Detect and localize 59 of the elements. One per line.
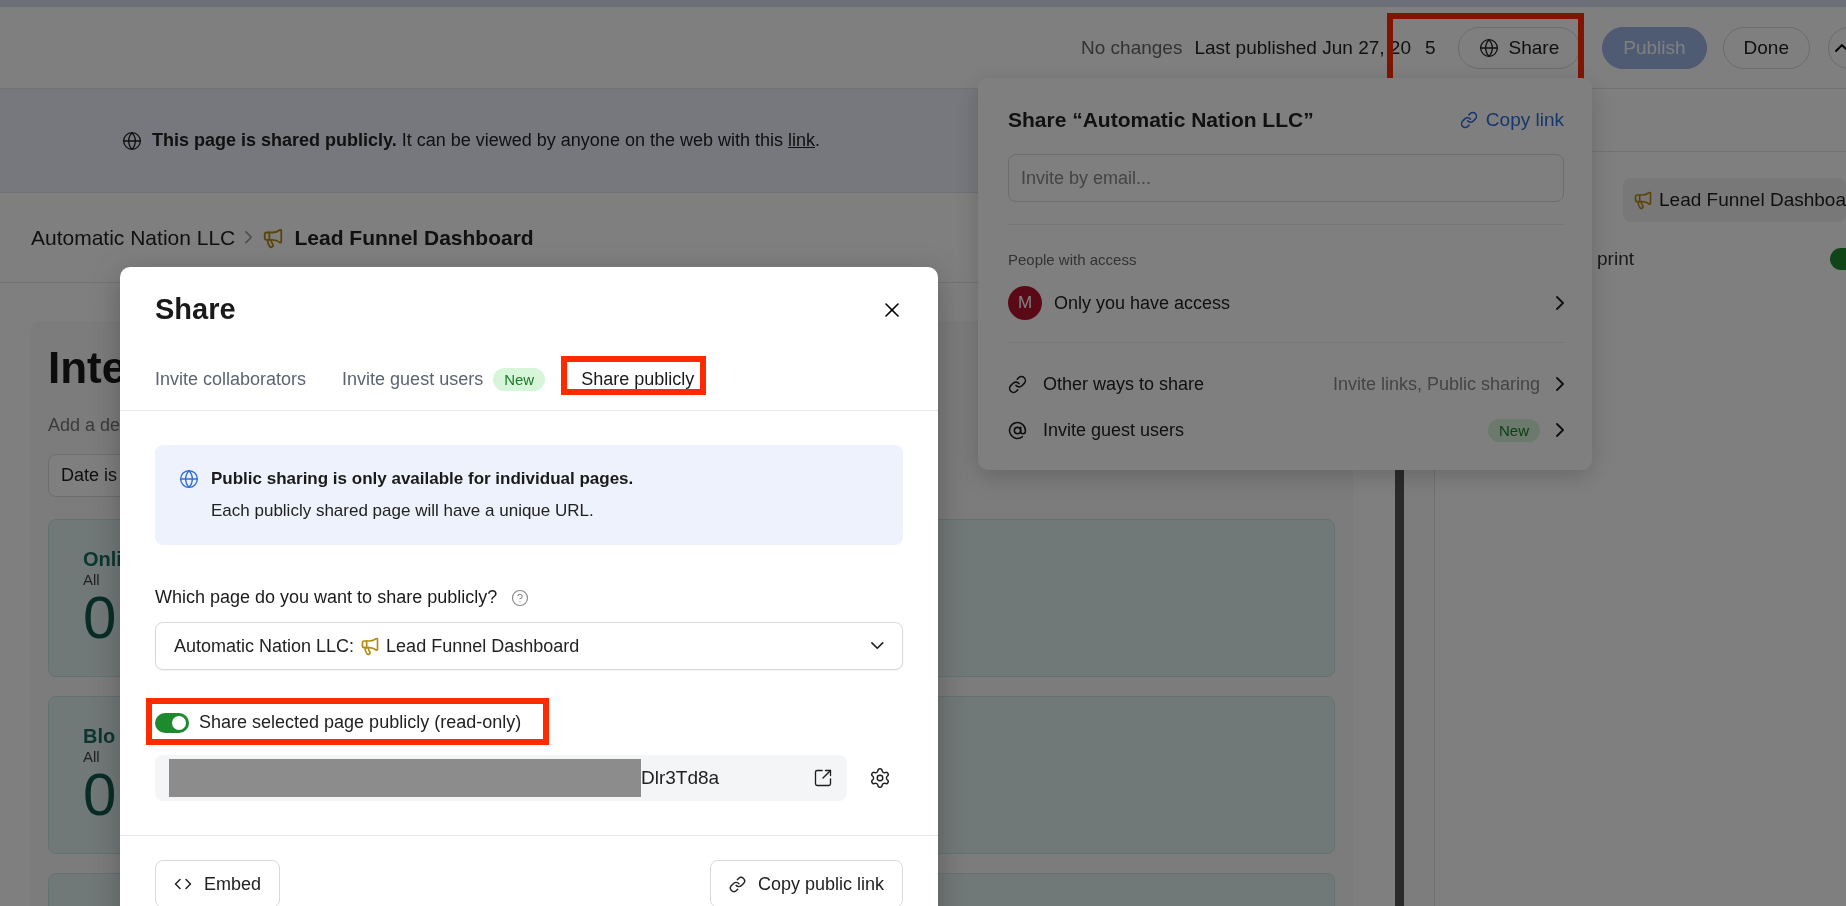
access-text: Only you have access [1054,292,1232,314]
tab[interactable]: Invite guest users New [342,364,546,394]
save-status: No changes [1081,36,1183,59]
chevron-right-icon [245,231,253,244]
megaphone-icon [360,636,381,656]
globe-icon [1478,37,1499,58]
megaphone-icon [1633,190,1653,210]
option-label: print [1597,248,1634,270]
breadcrumb-item[interactable]: Automatic Nation LLC [31,225,236,250]
copy-public-link-button[interactable]: Copy public link [709,860,903,906]
link-icon [1459,111,1478,129]
card-subtitle: All [83,571,100,588]
chevron-up-icon [1835,43,1846,52]
card-subtitle: All [83,748,100,765]
avatar: M [1008,286,1042,320]
notice-title: Public sharing is only available for individual pages. [211,469,634,489]
dialog-title: Share [155,293,236,326]
menu-item-detail: Invite links, Public sharing [1332,373,1540,395]
new-badge: New [493,367,546,391]
chevron-right-icon [1556,377,1564,391]
chevron-right-icon [1556,296,1564,310]
public-share-notice: This page is shared publicly. It can be viewed by anyone on the web with this link. [152,130,821,151]
globe-icon [122,130,142,151]
chevron-down-icon [871,642,884,650]
page-description: Add a de [48,415,121,436]
public-url-field[interactable]: Dlr3Td8a [155,755,847,801]
done-button[interactable]: Done [1722,26,1810,69]
page-chip[interactable]: Lead Funnel Dashboa [1623,178,1846,222]
page-select[interactable]: Automatic Nation LLC: Lead Funnel Dashboard [155,622,903,670]
help-icon [511,588,530,607]
menu-item[interactable]: Other ways to share [1043,373,1317,395]
last-published-text: 5 [1424,36,1436,59]
link[interactable]: link [788,130,815,150]
notice-text: Each publicly shared page will have a unique URL. [211,501,595,521]
card-title: Onli [83,548,122,571]
card-value: 0 [83,765,117,825]
link-icon [1008,374,1027,394]
section-label: People with access [1008,224,1564,268]
megaphone-icon [262,226,285,249]
card-value: 0 [83,588,117,648]
embed-button[interactable]: Embed [155,860,281,906]
menu-item[interactable]: Invite guest users [1043,419,1472,441]
breadcrumb-item[interactable]: Lead Funnel Dashboard [294,225,534,250]
chevron-right-icon [1556,423,1564,437]
settings-icon[interactable] [869,767,891,789]
field-label: Which page do you want to share publicly? [155,587,498,608]
popover-title: Share “Automatic Nation LLC” [1008,108,1314,132]
link-icon [728,875,746,893]
invite-email-field[interactable]: Invite by email... [1008,154,1564,202]
new-badge: New [1488,418,1540,442]
external-link-icon[interactable] [813,768,833,788]
at-sign-icon [1008,420,1027,440]
toggle-switch[interactable] [155,712,189,733]
card-title: Blo [83,725,116,748]
globe-icon [179,469,199,489]
share-toggle[interactable]: Share selected page publicly (read-only) [155,712,522,733]
share-button[interactable]: Share [1457,26,1581,69]
copy-link-button[interactable]: Copy link [1459,109,1564,131]
tab[interactable]: Invite collaborators [155,365,307,393]
